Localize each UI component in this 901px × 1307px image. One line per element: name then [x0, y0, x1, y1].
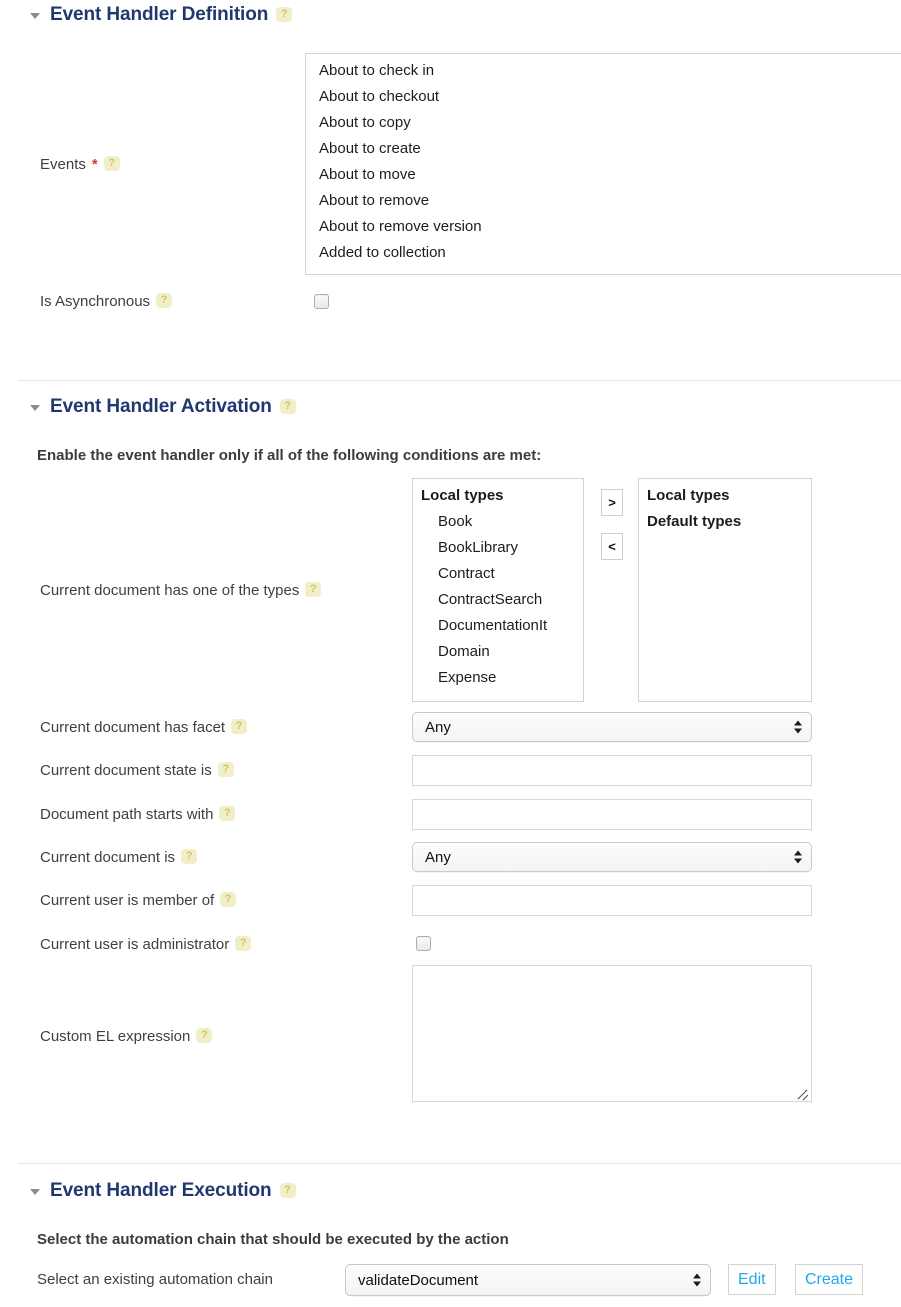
automation-chain-label-text: Select an existing automation chain — [37, 1271, 273, 1288]
current-document-is-label: Current document is ? — [40, 849, 198, 866]
select-arrows-icon — [794, 850, 802, 864]
has-facet-select[interactable]: Any — [412, 712, 812, 742]
el-expression-label: Custom EL expression ? — [40, 1028, 213, 1045]
current-document-is-select-value: Any — [425, 848, 451, 866]
member-of-label-text: Current user is member of — [40, 892, 215, 909]
type-option[interactable]: Book — [413, 509, 583, 535]
help-icon-member-of[interactable]: ? — [220, 892, 237, 907]
section-title-execution: Event Handler Execution — [50, 1180, 272, 1201]
member-of-input[interactable] — [412, 885, 812, 916]
selected-type-group[interactable]: Default types — [639, 509, 811, 535]
is-administrator-label: Current user is administrator ? — [40, 936, 252, 953]
collapse-caret-icon[interactable] — [30, 13, 40, 19]
events-label-text: Events — [40, 156, 86, 173]
is-asynchronous-label: Is Asynchronous ? — [40, 293, 173, 310]
document-types-label-text: Current document has one of the types — [40, 582, 300, 599]
type-option[interactable]: ContractSearch — [413, 587, 583, 613]
events-option[interactable]: Added to collection — [306, 240, 901, 266]
document-state-label-text: Current document state is — [40, 762, 212, 779]
available-types-listbox[interactable]: Local types Book BookLibrary Contract Co… — [412, 478, 584, 702]
is-asynchronous-checkbox[interactable] — [314, 294, 329, 309]
type-option[interactable]: Domain — [413, 639, 583, 665]
collapse-caret-icon[interactable] — [30, 1189, 40, 1195]
resize-handle-icon[interactable] — [796, 1087, 809, 1101]
help-icon-is-administrator[interactable]: ? — [235, 936, 252, 951]
automation-chain-select[interactable]: validateDocument — [345, 1264, 711, 1296]
type-option[interactable]: Contract — [413, 561, 583, 587]
help-icon-has-facet[interactable]: ? — [231, 719, 248, 734]
type-option[interactable]: Expense — [413, 665, 583, 691]
document-path-label-text: Document path starts with — [40, 806, 214, 823]
selected-types-listbox[interactable]: Local types Default types — [638, 478, 812, 702]
events-option[interactable]: About to check in — [306, 58, 901, 84]
member-of-label: Current user is member of ? — [40, 892, 237, 909]
help-icon-events[interactable]: ? — [103, 156, 120, 171]
events-option[interactable]: About to remove version — [306, 214, 901, 240]
execution-note: Select the automation chain that should … — [37, 1231, 509, 1248]
is-asynchronous-label-text: Is Asynchronous — [40, 293, 151, 310]
create-automation-chain-button[interactable]: Create — [795, 1264, 864, 1295]
events-option[interactable]: About to move — [306, 162, 901, 188]
help-icon-current-document-is[interactable]: ? — [181, 849, 198, 864]
help-icon-document-types[interactable]: ? — [305, 582, 322, 597]
document-state-input[interactable] — [412, 755, 812, 786]
events-required-asterisk: * — [91, 156, 98, 173]
help-icon-execution[interactable]: ? — [279, 1182, 296, 1198]
has-facet-label: Current document has facet ? — [40, 719, 248, 736]
has-facet-select-value: Any — [425, 718, 451, 736]
help-icon-definition[interactable]: ? — [276, 6, 293, 22]
events-option[interactable]: About to create — [306, 136, 901, 162]
add-type-button[interactable]: > — [601, 489, 623, 516]
activation-note: Enable the event handler only if all of … — [37, 447, 542, 464]
el-expression-label-text: Custom EL expression — [40, 1028, 191, 1045]
type-option[interactable]: DocumentationIt — [413, 613, 583, 639]
selected-type-group[interactable]: Local types — [639, 483, 811, 509]
type-option[interactable]: BookLibrary — [413, 535, 583, 561]
document-path-input[interactable] — [412, 799, 812, 830]
help-icon-document-path[interactable]: ? — [219, 806, 236, 821]
help-icon-activation[interactable]: ? — [279, 398, 296, 414]
section-header-event-handler-activation[interactable]: Event Handler Activation ? — [0, 396, 296, 418]
document-state-label: Current document state is ? — [40, 762, 234, 779]
events-option[interactable]: About to checkout — [306, 84, 901, 110]
section-header-event-handler-execution[interactable]: Event Handler Execution ? — [0, 1180, 296, 1202]
automation-chain-label: Select an existing automation chain — [37, 1271, 273, 1288]
current-document-is-label-text: Current document is — [40, 849, 176, 866]
edit-automation-chain-button[interactable]: Edit — [728, 1264, 776, 1295]
current-document-is-select[interactable]: Any — [412, 842, 812, 872]
select-arrows-icon — [794, 720, 802, 734]
section-header-event-handler-definition[interactable]: Event Handler Definition ? — [0, 4, 293, 26]
section-divider — [18, 380, 901, 381]
collapse-caret-icon[interactable] — [30, 405, 40, 411]
types-group-label: Local types — [421, 487, 504, 504]
events-option[interactable]: About to copy — [306, 110, 901, 136]
remove-type-button[interactable]: < — [601, 533, 623, 560]
help-icon-is-asynchronous[interactable]: ? — [156, 293, 173, 308]
document-types-label: Current document has one of the types ? — [40, 582, 322, 599]
is-administrator-label-text: Current user is administrator — [40, 936, 230, 953]
section-divider — [18, 1163, 901, 1164]
events-label: Events * ? — [40, 156, 120, 173]
events-listbox[interactable]: About to check in About to checkout Abou… — [305, 53, 901, 275]
has-facet-label-text: Current document has facet — [40, 719, 226, 736]
document-path-label: Document path starts with ? — [40, 806, 236, 823]
is-administrator-checkbox[interactable] — [416, 936, 431, 951]
events-option[interactable]: About to remove — [306, 188, 901, 214]
el-expression-textarea[interactable] — [412, 965, 812, 1102]
section-title-definition: Event Handler Definition — [50, 4, 269, 25]
section-title-activation: Event Handler Activation — [50, 396, 272, 417]
help-icon-el-expression[interactable]: ? — [196, 1028, 213, 1043]
automation-chain-select-value: validateDocument — [358, 1271, 479, 1289]
help-icon-document-state[interactable]: ? — [217, 762, 234, 777]
select-arrows-icon — [693, 1273, 701, 1287]
